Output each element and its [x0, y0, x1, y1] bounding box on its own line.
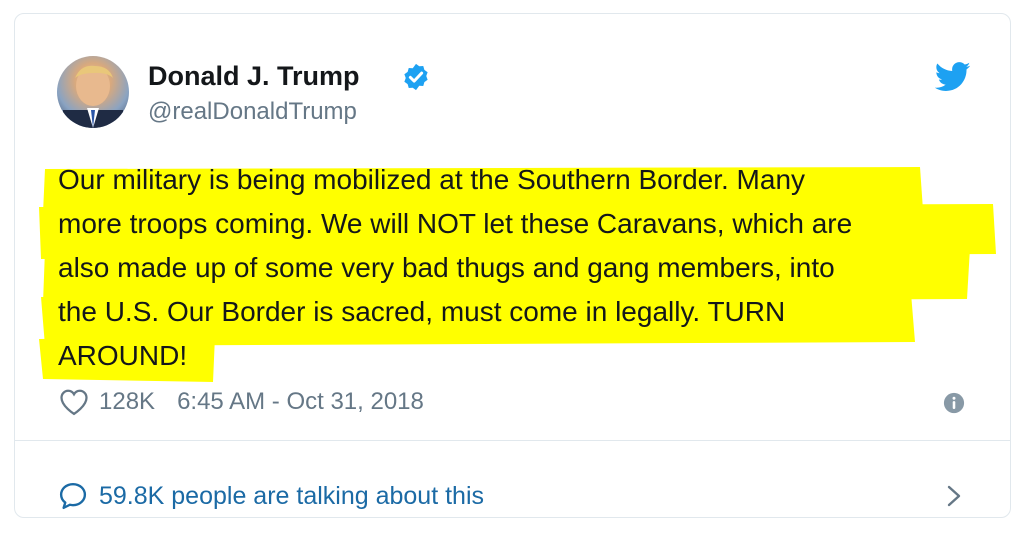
tweet-timestamp[interactable]: 6:45 AM - Oct 31, 2018 [177, 388, 424, 416]
verified-badge-icon [404, 63, 428, 91]
conversation-link[interactable]: 59.8K people are talking about this [15, 441, 1010, 517]
info-icon[interactable] [943, 392, 965, 414]
tweet-text: Our military is being mobilized at the S… [58, 164, 853, 371]
speech-bubble-icon [59, 482, 87, 510]
chevron-right-icon[interactable] [945, 484, 963, 508]
user-handle[interactable]: @realDonaldTrump [148, 97, 357, 127]
like-count[interactable]: 128K [99, 388, 155, 416]
twitter-bird-icon[interactable] [935, 62, 971, 92]
heart-icon[interactable] [59, 388, 89, 416]
user-name[interactable]: Donald J. Trump [148, 60, 360, 92]
tweet-meta: 128K 6:45 AM - Oct 31, 2018 [59, 386, 424, 418]
avatar[interactable] [57, 56, 129, 128]
tweet-card: Donald J. Trump @realDonaldTrump Our mil… [14, 13, 1011, 518]
people-talking-text[interactable]: 59.8K people are talking about this [99, 481, 484, 511]
